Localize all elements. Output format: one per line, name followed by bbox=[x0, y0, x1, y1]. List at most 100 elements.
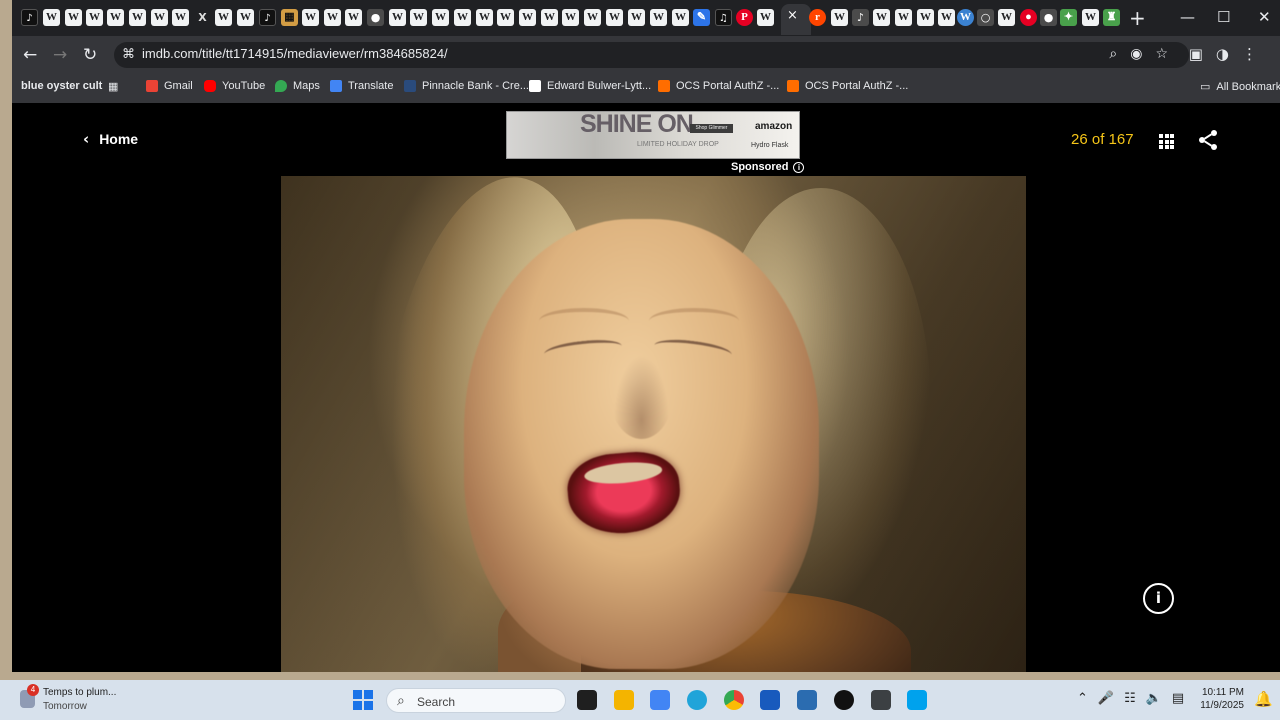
bookmark-ocs-portal[interactable]: OCS Portal AuthZ -... bbox=[658, 80, 779, 92]
shield-tab-icon[interactable]: ♜ bbox=[1103, 9, 1120, 26]
file-explorer-icon[interactable] bbox=[614, 690, 634, 710]
web-tab-icon[interactable]: ● bbox=[367, 9, 384, 26]
reddit-tab-icon[interactable]: r bbox=[809, 9, 826, 26]
chrome-icon[interactable] bbox=[724, 690, 744, 710]
taskbar-search[interactable]: ⌕ Search bbox=[386, 688, 566, 713]
wikipedia-tab-icon[interactable]: W bbox=[324, 9, 341, 26]
all-bookmarks[interactable]: ▭ All Bookmarks bbox=[1200, 80, 1280, 94]
wikipedia-tab-icon[interactable]: W bbox=[215, 9, 232, 26]
wikipedia-tab-icon[interactable]: W bbox=[432, 9, 449, 26]
wikipedia-tab-icon[interactable]: W bbox=[628, 9, 645, 26]
wikipedia-tab-icon[interactable]: W bbox=[757, 9, 774, 26]
back-icon[interactable]: ← bbox=[23, 45, 37, 65]
wikipedia-tab-icon[interactable]: W bbox=[672, 9, 689, 26]
wikipedia-tab-icon[interactable]: W bbox=[917, 9, 934, 26]
web-tab-icon[interactable]: ● bbox=[1040, 9, 1057, 26]
wikipedia-tab-icon[interactable]: W bbox=[172, 9, 189, 26]
red-tab-icon[interactable]: ● bbox=[1020, 9, 1037, 26]
image-tab-icon[interactable]: ▦ bbox=[281, 9, 298, 26]
wikipedia-tab-icon[interactable]: W bbox=[345, 9, 362, 26]
calculator-icon[interactable] bbox=[871, 690, 891, 710]
snipping-tool-icon[interactable] bbox=[907, 690, 927, 710]
wikipedia-tab-icon[interactable]: W bbox=[497, 9, 514, 26]
close-window-icon[interactable]: ✕ bbox=[1258, 8, 1271, 26]
maximize-icon[interactable]: ☐ bbox=[1217, 8, 1230, 26]
wikipedia-tab-icon[interactable]: W bbox=[302, 9, 319, 26]
wikipedia-tab-icon[interactable]: W bbox=[998, 9, 1015, 26]
x-tab-icon[interactable]: X bbox=[194, 9, 211, 26]
ocs-icon bbox=[787, 80, 799, 92]
notification-bell-icon[interactable]: 🔔 bbox=[1254, 690, 1273, 708]
wikipedia-tab-icon[interactable]: W bbox=[606, 9, 623, 26]
wikipedia-tab-icon[interactable]: W bbox=[454, 9, 471, 26]
wikipedia-tab-icon[interactable]: W bbox=[389, 9, 406, 26]
task-view-icon[interactable] bbox=[577, 690, 597, 710]
bookmark-ocs-portal[interactable]: OCS Portal AuthZ -... bbox=[787, 80, 908, 92]
wikipedia-tab-icon[interactable]: W bbox=[831, 9, 848, 26]
site-info-icon[interactable]: ⌘ bbox=[122, 47, 135, 62]
minimize-icon[interactable]: — bbox=[1180, 8, 1195, 26]
bookmark-youtube[interactable]: YouTube bbox=[204, 80, 265, 92]
edge-icon[interactable] bbox=[687, 690, 707, 710]
info-button[interactable]: i bbox=[1143, 583, 1174, 614]
address-bar[interactable]: ⌘ imdb.com/title/tt1714915/mediaviewer/r… bbox=[114, 42, 1189, 68]
wikipedia-tab-icon[interactable]: W bbox=[584, 9, 601, 26]
wikipedia-tab-icon[interactable]: W bbox=[86, 9, 103, 26]
system-tray-icons[interactable]: ⌃🎤☷🔈▤ bbox=[1077, 691, 1194, 706]
wikipedia-tab-icon[interactable]: W bbox=[410, 9, 427, 26]
url-text[interactable]: imdb.com/title/tt1714915/mediaviewer/rm3… bbox=[142, 46, 448, 61]
outlook-icon[interactable] bbox=[650, 690, 670, 710]
notification-widget[interactable]: 4 Temps to plum... Tomorrow bbox=[18, 684, 128, 715]
closed-left-eye bbox=[543, 336, 623, 364]
circle-tab-icon[interactable]: ○ bbox=[977, 9, 994, 26]
wikipedia-tab-icon[interactable]: W bbox=[107, 9, 124, 26]
notes-icon[interactable] bbox=[797, 690, 817, 710]
wikipedia-tab-icon[interactable]: W bbox=[562, 9, 579, 26]
ad-brand: amazon bbox=[755, 121, 793, 132]
wikipedia-tab-icon[interactable]: W bbox=[895, 9, 912, 26]
bookmark-apps-icon[interactable]: ▦ bbox=[108, 80, 118, 93]
app-icon[interactable] bbox=[834, 690, 854, 710]
wordpress-tab-icon[interactable]: W bbox=[957, 9, 974, 26]
sketch-tab-icon[interactable]: ✎ bbox=[693, 9, 710, 26]
wikipedia-tab-icon[interactable]: W bbox=[873, 9, 890, 26]
reload-icon[interactable]: ↻ bbox=[83, 45, 97, 65]
tiktok-tab-icon[interactable]: ♪ bbox=[21, 9, 38, 26]
bookmark-translate[interactable]: Translate bbox=[330, 80, 393, 92]
bookmark-pinnacle-bank[interactable]: Pinnacle Bank - Cre... bbox=[404, 80, 529, 92]
wikipedia-tab-icon[interactable]: W bbox=[476, 9, 493, 26]
wikipedia-tab-icon[interactable]: W bbox=[151, 9, 168, 26]
extensions-icons[interactable]: ▣◑⋮ bbox=[1189, 45, 1270, 63]
wikipedia-tab-icon[interactable]: W bbox=[519, 9, 536, 26]
star-tab-icon[interactable]: ✦ bbox=[1060, 9, 1077, 26]
wikipedia-tab-icon[interactable]: W bbox=[1082, 9, 1099, 26]
wikipedia-tab-icon[interactable]: W bbox=[43, 9, 60, 26]
wikipedia-tab-icon[interactable]: W bbox=[65, 9, 82, 26]
address-bar-icons[interactable]: ⌕◉☆ bbox=[1109, 46, 1181, 62]
grid-icon[interactable] bbox=[1159, 134, 1174, 149]
wikipedia-tab-icon[interactable]: W bbox=[541, 9, 558, 26]
audio-tab-icon[interactable]: ♫ bbox=[715, 9, 732, 26]
audio-tab-icon[interactable]: ♪ bbox=[852, 9, 869, 26]
clock[interactable]: 10:11 PM 11/9/2025 bbox=[1194, 686, 1244, 712]
pinterest-tab-icon[interactable]: P bbox=[736, 9, 753, 26]
sponsored-ad[interactable]: SHINE ON LIMITED HOLIDAY DROP Shop Glimm… bbox=[506, 111, 800, 159]
wikipedia-tab-icon[interactable]: W bbox=[237, 9, 254, 26]
new-tab-icon[interactable]: + bbox=[1129, 6, 1146, 30]
windows-start-button[interactable] bbox=[353, 690, 373, 710]
info-icon[interactable]: i bbox=[793, 161, 805, 173]
tiktok-tab-icon[interactable]: ♪ bbox=[259, 9, 276, 26]
bookmark-maps[interactable]: Maps bbox=[275, 80, 320, 92]
ocs-icon bbox=[658, 80, 670, 92]
share-icon[interactable] bbox=[1196, 128, 1220, 152]
bookmark-blue-oyster-cult[interactable]: blue oyster cult bbox=[21, 80, 102, 92]
close-tab-icon[interactable]: × bbox=[787, 8, 798, 23]
wikipedia-tab-icon[interactable]: W bbox=[650, 9, 667, 26]
bookmark-gmail[interactable]: Gmail bbox=[146, 80, 193, 92]
bookmark-edward-bulwer-lytton[interactable]: Edward Bulwer-Lytt... bbox=[529, 80, 651, 92]
ad-shop-button[interactable]: Shop Glimmer bbox=[690, 124, 733, 133]
wikipedia-tab-icon[interactable]: W bbox=[129, 9, 146, 26]
home-button[interactable]: ‹ Home bbox=[83, 130, 138, 148]
word-icon[interactable] bbox=[760, 690, 780, 710]
wikipedia-tab-icon[interactable]: W bbox=[938, 9, 955, 26]
